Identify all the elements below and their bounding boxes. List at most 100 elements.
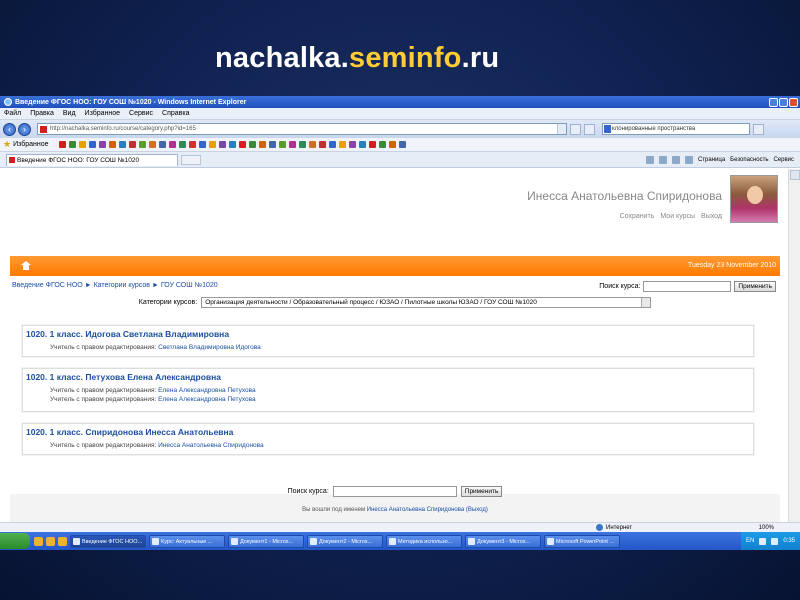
bottom-search-apply-button[interactable]: Применить xyxy=(460,485,503,497)
favorite-link-icon[interactable] xyxy=(368,141,376,148)
course-search-apply-button[interactable]: Применить xyxy=(734,281,776,292)
favorite-link-icon[interactable] xyxy=(118,141,126,148)
zoom-level[interactable]: 100% xyxy=(759,525,774,531)
favorite-link-icon[interactable] xyxy=(168,141,176,148)
menu-item[interactable]: Правка xyxy=(30,110,54,117)
logout-link[interactable]: (Выход) xyxy=(466,507,488,513)
search-icon[interactable] xyxy=(753,123,764,135)
favorite-link-icon[interactable] xyxy=(258,141,266,148)
quick-launch-icon[interactable] xyxy=(34,536,43,546)
favorites-label[interactable]: Избранное xyxy=(13,141,48,148)
cmd-tools[interactable]: Сервис xyxy=(773,157,794,163)
quick-launch-icon[interactable] xyxy=(58,536,67,546)
scroll-up-icon[interactable] xyxy=(790,170,800,180)
window-titlebar[interactable]: Введение ФГОС НОО: ГОУ СОШ №1020 - Windo… xyxy=(0,96,800,108)
taskbar-task-button[interactable]: Курс: Актуальные ... xyxy=(149,534,225,548)
new-tab-button[interactable] xyxy=(181,154,201,165)
address-input[interactable]: http://nachalka.seminfo.ru/course/catego… xyxy=(37,123,567,135)
back-button[interactable]: ‹ xyxy=(3,122,16,136)
minimize-button[interactable] xyxy=(769,97,778,107)
teacher-name-link[interactable]: Елена Александровна Петухова xyxy=(158,387,256,394)
close-button[interactable] xyxy=(789,97,798,107)
taskbar-task-button[interactable]: Документ1 - Micros... xyxy=(228,534,304,548)
favorite-link-icon[interactable] xyxy=(268,141,276,148)
menu-item[interactable]: Избранное xyxy=(85,110,120,117)
favorite-link-icon[interactable] xyxy=(318,141,326,148)
favorite-link-icon[interactable] xyxy=(248,141,256,148)
favorite-link-icon[interactable] xyxy=(278,141,286,148)
vertical-scrollbar[interactable] xyxy=(788,169,800,550)
course-title-link[interactable]: 1020. 1 класс. Спиридонова Инесса Анатол… xyxy=(26,427,233,437)
favorite-link-icon[interactable] xyxy=(328,141,336,148)
favorite-link-icon[interactable] xyxy=(58,141,66,148)
menu-item[interactable]: Справка xyxy=(162,110,189,117)
teacher-name-link[interactable]: Светлана Владимировна Идогова xyxy=(158,344,261,351)
favorite-link-icon[interactable] xyxy=(78,141,86,148)
course-search-input[interactable] xyxy=(643,281,732,292)
favorite-link-icon[interactable] xyxy=(68,141,76,148)
menu-item[interactable]: Сервис xyxy=(129,110,153,117)
bottom-search-input[interactable] xyxy=(332,485,457,497)
teacher-name-link[interactable]: Инесса Анатольевна Спиридонова xyxy=(158,442,264,449)
course-title-link[interactable]: 1020. 1 класс. Идогова Светлана Владимир… xyxy=(26,329,229,339)
favorite-link-icon[interactable] xyxy=(148,141,156,148)
favorite-link-icon[interactable] xyxy=(338,141,346,148)
feeds-icon[interactable] xyxy=(658,155,667,164)
forward-button[interactable]: › xyxy=(18,122,31,136)
favorite-link-icon[interactable] xyxy=(238,141,246,148)
favorite-link-icon[interactable] xyxy=(348,141,356,148)
favorite-link-icon[interactable] xyxy=(158,141,166,148)
maximize-button[interactable] xyxy=(779,97,788,107)
taskbar-task-button[interactable]: Документ2 - Micros... xyxy=(307,534,383,548)
tab-current[interactable]: Введение ФГОС НОО: ГОУ СОШ №1020 xyxy=(6,153,178,166)
search-input[interactable]: клонированные пространства xyxy=(602,123,750,135)
print-icon[interactable] xyxy=(684,155,693,164)
favorite-link-icon[interactable] xyxy=(88,141,96,148)
breadcrumb[interactable]: Введение ФГОС НОО ► Категории курсов ► Г… xyxy=(12,282,218,289)
favorite-link-icon[interactable] xyxy=(188,141,196,148)
favorite-link-icon[interactable] xyxy=(398,141,406,148)
favorite-link-icon[interactable] xyxy=(128,141,136,148)
favorite-link-icon[interactable] xyxy=(228,141,236,148)
favorite-link-icon[interactable] xyxy=(198,141,206,148)
teacher-name-link[interactable]: Елена Александровна Петухова xyxy=(158,396,256,403)
favorite-link-icon[interactable] xyxy=(178,141,186,148)
category-select[interactable]: Организация деятельности / Образовательн… xyxy=(201,296,652,308)
cmd-security[interactable]: Безопасность xyxy=(730,157,768,163)
stop-icon[interactable] xyxy=(584,123,595,135)
taskbar-task-button[interactable]: Microsoft PowerPoint ... xyxy=(544,534,620,548)
favorite-link-icon[interactable] xyxy=(108,141,116,148)
language-indicator[interactable]: EN xyxy=(746,538,754,544)
address-dropdown-icon[interactable] xyxy=(557,124,566,134)
logged-in-user-link[interactable]: Инесса Анатольевна Спиридонова xyxy=(367,507,464,513)
chevron-down-icon[interactable] xyxy=(641,297,651,307)
avatar[interactable] xyxy=(730,175,778,223)
taskbar-task-button[interactable]: Введение ФГОС НОО... xyxy=(70,534,146,548)
favorite-link-icon[interactable] xyxy=(378,141,386,148)
favorite-link-icon[interactable] xyxy=(358,141,366,148)
favorite-link-icon[interactable] xyxy=(98,141,106,148)
favorites-star-icon[interactable]: ★ xyxy=(3,139,11,150)
user-link-my-courses[interactable]: Мои курсы xyxy=(660,213,695,220)
user-link-logout[interactable]: Выход xyxy=(701,213,722,220)
home-cmd-icon[interactable] xyxy=(645,155,654,164)
taskbar-task-button[interactable]: Методика использо... xyxy=(386,534,462,548)
menu-item[interactable]: Файл xyxy=(4,110,21,117)
favorite-link-icon[interactable] xyxy=(218,141,226,148)
refresh-icon[interactable] xyxy=(570,123,581,135)
user-link-save[interactable]: Сохранить xyxy=(620,213,655,220)
menu-item[interactable]: Вид xyxy=(63,110,76,117)
favorite-link-icon[interactable] xyxy=(308,141,316,148)
favorite-link-icon[interactable] xyxy=(298,141,306,148)
mail-icon[interactable] xyxy=(671,155,680,164)
home-icon[interactable] xyxy=(21,261,31,270)
favorite-link-icon[interactable] xyxy=(208,141,216,148)
start-button[interactable] xyxy=(0,533,30,549)
tray-icon[interactable] xyxy=(771,537,779,545)
course-title-link[interactable]: 1020. 1 класс. Петухова Елена Александро… xyxy=(26,372,221,382)
favorite-link-icon[interactable] xyxy=(388,141,396,148)
tray-icon[interactable] xyxy=(759,537,767,545)
favorite-link-icon[interactable] xyxy=(288,141,296,148)
favorite-link-icon[interactable] xyxy=(138,141,146,148)
taskbar-task-button[interactable]: Документ3 - Micros... xyxy=(465,534,541,548)
